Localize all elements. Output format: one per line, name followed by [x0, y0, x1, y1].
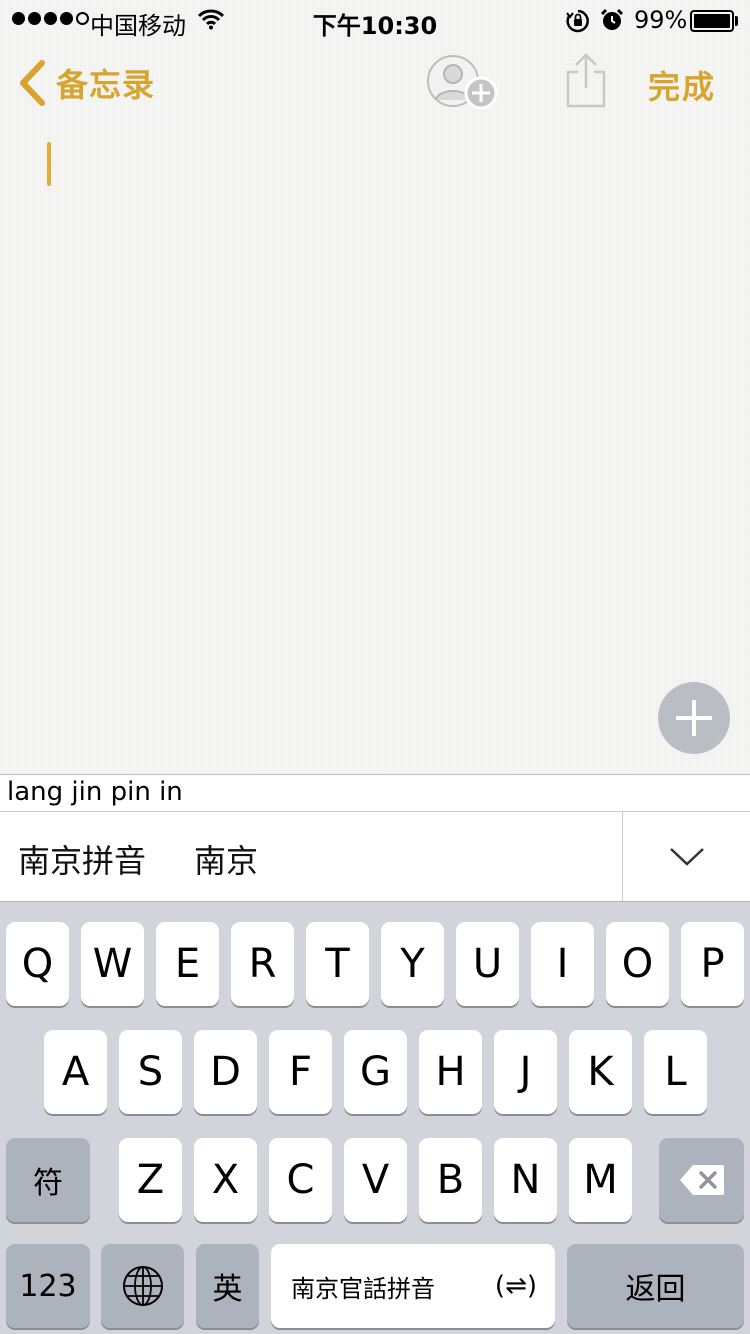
candidate-1[interactable]: 南京拼音 [18, 836, 146, 882]
alarm-icon [600, 8, 624, 36]
globe-key[interactable] [101, 1244, 184, 1328]
key-w[interactable]: W [81, 922, 144, 1006]
pinyin-composition: lang jin pin in [7, 777, 183, 807]
key-r[interactable]: R [231, 922, 294, 1006]
key-e[interactable]: E [156, 922, 219, 1006]
ime-composition-bar: lang jin pin in [0, 774, 750, 812]
key-j[interactable]: J [494, 1030, 557, 1114]
key-o[interactable]: O [606, 922, 669, 1006]
numbers-key[interactable]: 123 [6, 1244, 90, 1328]
key-g[interactable]: G [344, 1030, 407, 1114]
battery-tip [735, 16, 738, 26]
key-l[interactable]: L [644, 1030, 707, 1114]
key-d[interactable]: D [194, 1030, 257, 1114]
key-s[interactable]: S [119, 1030, 182, 1114]
status-bar: 中国移动 下午10:30 99% [0, 0, 750, 40]
chevron-down-icon [670, 848, 704, 866]
battery-icon [690, 10, 734, 32]
backspace-icon [679, 1165, 724, 1195]
space-label: 南京官話拼音 [291, 1274, 435, 1303]
key-u[interactable]: U [456, 922, 519, 1006]
expand-candidates-button[interactable] [622, 812, 750, 901]
back-button[interactable]: 备忘录 [18, 60, 155, 106]
done-button[interactable]: 完成 [648, 62, 716, 108]
battery-percent: 99% [634, 6, 688, 34]
keyboard: Q W E R T Y U I O P A S D F G H J K L 符 … [0, 902, 750, 1334]
key-t[interactable]: T [306, 922, 369, 1006]
space-key[interactable]: 南京官話拼音 (⇌) [271, 1244, 555, 1328]
delete-key[interactable] [659, 1138, 744, 1222]
add-people-icon[interactable] [426, 54, 500, 116]
add-attachment-button[interactable] [658, 682, 730, 754]
notes-screen: 中国移动 下午10:30 99% 备忘录 完成 lang jin pin in … [0, 0, 750, 1334]
ime-candidate-bar: 南京拼音 南京 [0, 812, 750, 902]
key-k[interactable]: K [569, 1030, 632, 1114]
key-x[interactable]: X [194, 1138, 257, 1222]
key-h[interactable]: H [419, 1030, 482, 1114]
text-cursor [47, 142, 51, 186]
nav-bar: 备忘录 完成 [0, 40, 750, 130]
rotation-lock-icon [566, 9, 590, 37]
candidate-2[interactable]: 南京 [194, 836, 258, 882]
globe-icon [122, 1266, 163, 1306]
key-q[interactable]: Q [6, 922, 69, 1006]
share-icon[interactable] [564, 52, 608, 112]
key-m[interactable]: M [569, 1138, 632, 1222]
back-label: 备忘录 [56, 66, 156, 104]
key-b[interactable]: B [419, 1138, 482, 1222]
return-key[interactable]: 返回 [567, 1244, 744, 1328]
key-c[interactable]: C [269, 1138, 332, 1222]
chevron-left-icon [20, 60, 45, 106]
key-a[interactable]: A [44, 1030, 107, 1114]
key-i[interactable]: I [531, 922, 594, 1006]
key-v[interactable]: V [344, 1138, 407, 1222]
key-y[interactable]: Y [381, 922, 444, 1006]
key-p[interactable]: P [681, 922, 744, 1006]
english-key[interactable]: 英 [196, 1244, 259, 1328]
key-z[interactable]: Z [119, 1138, 182, 1222]
symbol-key[interactable]: 符 [6, 1138, 90, 1222]
key-n[interactable]: N [494, 1138, 557, 1222]
key-f[interactable]: F [269, 1030, 332, 1114]
switch-layout-indicator: (⇌) [494, 1271, 537, 1301]
